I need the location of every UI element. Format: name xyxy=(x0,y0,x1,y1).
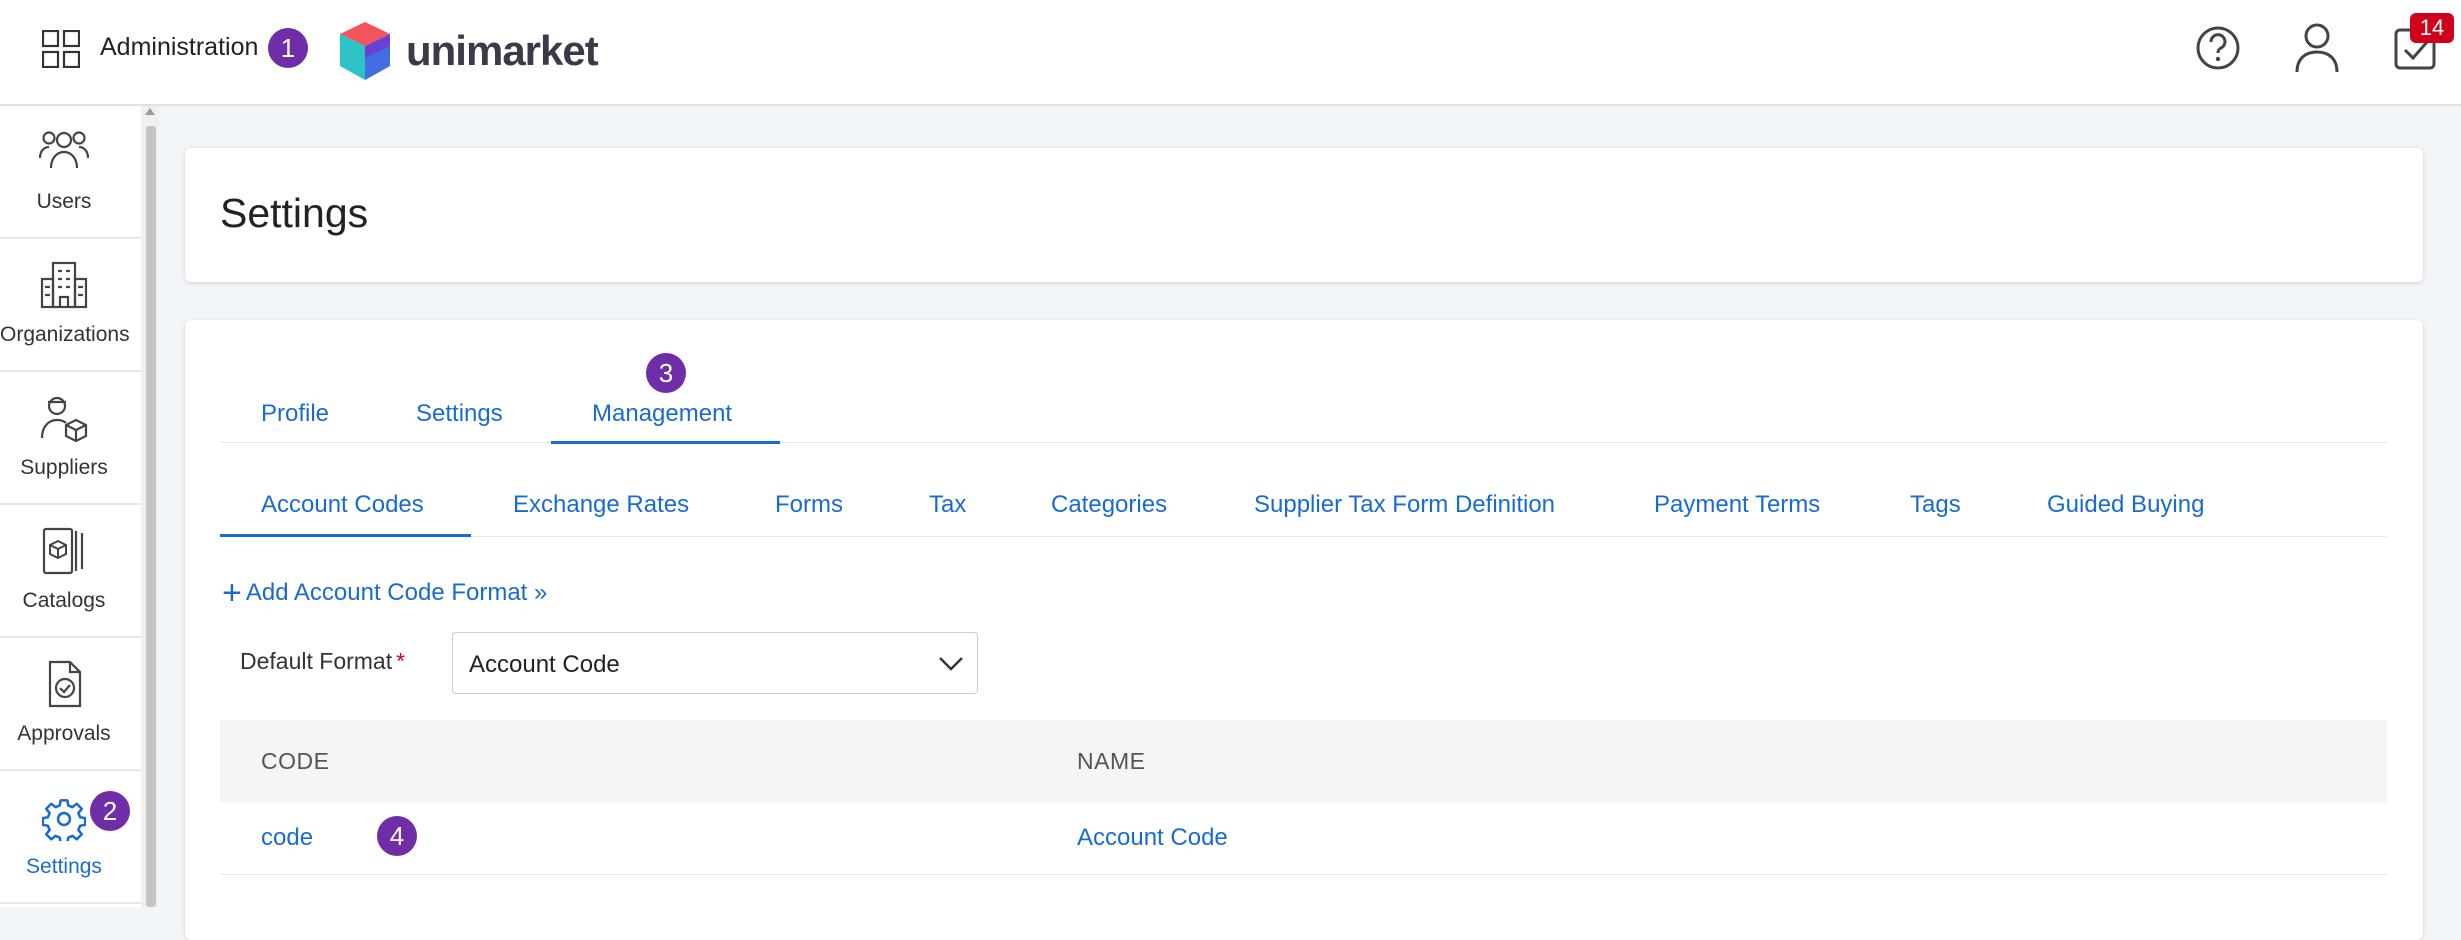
page-header-card xyxy=(185,148,2423,282)
top-bar: Administration 1 unimarket 14 xyxy=(0,0,2461,106)
logo-text: unimarket xyxy=(406,27,599,74)
scrollbar-thumb[interactable] xyxy=(146,126,156,907)
approval-icon xyxy=(48,660,82,708)
step-badge: 4 xyxy=(377,816,417,856)
unimarket-logo[interactable]: unimarket xyxy=(338,20,599,82)
add-account-code-format-link[interactable]: + Add Account Code Format » xyxy=(222,574,547,613)
tab-payment-terms[interactable]: Payment Terms xyxy=(1654,491,1820,519)
primary-tabs xyxy=(220,388,2387,443)
default-format-label-text: Default Format xyxy=(240,648,393,674)
chevron-down-icon xyxy=(939,657,963,671)
sidebar-item-catalogs[interactable]: Catalogs xyxy=(0,505,141,638)
sidebar-item-label: Suppliers xyxy=(20,456,108,479)
tab-account-codes-indicator xyxy=(220,534,471,537)
user-profile-icon[interactable] xyxy=(2292,20,2342,76)
users-icon xyxy=(38,131,90,169)
table-row[interactable]: code 4 Account Code xyxy=(220,802,2387,875)
app-grid-icon[interactable] xyxy=(42,30,80,68)
sidebar-item-label: Users xyxy=(36,190,92,213)
sidebar: Users Organizations Suppliers Catalogs A… xyxy=(0,106,141,907)
step-badge: 3 xyxy=(646,353,686,393)
tab-profile[interactable]: Profile xyxy=(261,400,329,428)
supplier-icon xyxy=(40,396,88,443)
row-code-link[interactable]: code xyxy=(261,824,313,852)
app-title[interactable]: Administration xyxy=(100,33,258,62)
notification-count-badge[interactable]: 14 xyxy=(2410,13,2454,43)
sidebar-item-approvals[interactable]: Approvals xyxy=(0,638,141,771)
tab-tax[interactable]: Tax xyxy=(929,491,966,519)
sidebar-item-label: Approvals xyxy=(17,722,111,745)
tab-exchange-rates[interactable]: Exchange Rates xyxy=(513,491,689,519)
sidebar-item-label: Settings xyxy=(26,855,102,878)
building-icon xyxy=(40,261,88,309)
row-name-link[interactable]: Account Code xyxy=(1077,824,1228,852)
sidebar-item-settings[interactable]: 2 Settings xyxy=(0,771,141,904)
step-badge: 2 xyxy=(90,791,130,831)
tab-tags[interactable]: Tags xyxy=(1910,491,1961,519)
default-format-value: Account Code xyxy=(469,651,620,678)
step-badge: 1 xyxy=(268,28,308,68)
column-header-name[interactable]: NAME xyxy=(1077,748,1145,775)
tab-account-codes[interactable]: Account Codes xyxy=(261,491,424,519)
sidebar-item-label: Organizations xyxy=(0,323,130,346)
tab-management-indicator xyxy=(551,441,780,444)
plus-icon: + xyxy=(222,574,242,612)
logo-cube-icon xyxy=(340,22,390,80)
scroll-up-arrow-icon[interactable] xyxy=(145,108,155,115)
tab-supplier-tax-form-definition[interactable]: Supplier Tax Form Definition xyxy=(1254,491,1555,519)
tab-management[interactable]: Management xyxy=(592,400,732,428)
sidebar-item-suppliers[interactable]: Suppliers xyxy=(0,372,141,505)
table-header: CODE NAME xyxy=(220,720,2387,802)
tab-forms[interactable]: Forms xyxy=(775,491,843,519)
tab-categories[interactable]: Categories xyxy=(1051,491,1167,519)
sidebar-item-users[interactable]: Users xyxy=(0,106,141,239)
default-format-select[interactable]: Account Code xyxy=(452,632,978,694)
tab-guided-buying[interactable]: Guided Buying xyxy=(2047,491,2204,519)
page-title: Settings xyxy=(220,190,369,236)
help-icon[interactable] xyxy=(2194,24,2242,72)
required-marker: * xyxy=(396,648,406,674)
sidebar-item-label: Catalogs xyxy=(22,589,106,612)
column-header-code[interactable]: CODE xyxy=(261,748,329,775)
default-format-label: Default Format * xyxy=(240,648,405,675)
add-link-label: Add Account Code Format » xyxy=(245,579,548,606)
catalog-icon xyxy=(42,527,84,575)
sidebar-item-organizations[interactable]: Organizations xyxy=(0,239,141,372)
tab-settings[interactable]: Settings xyxy=(416,400,503,428)
gear-icon xyxy=(42,799,86,841)
